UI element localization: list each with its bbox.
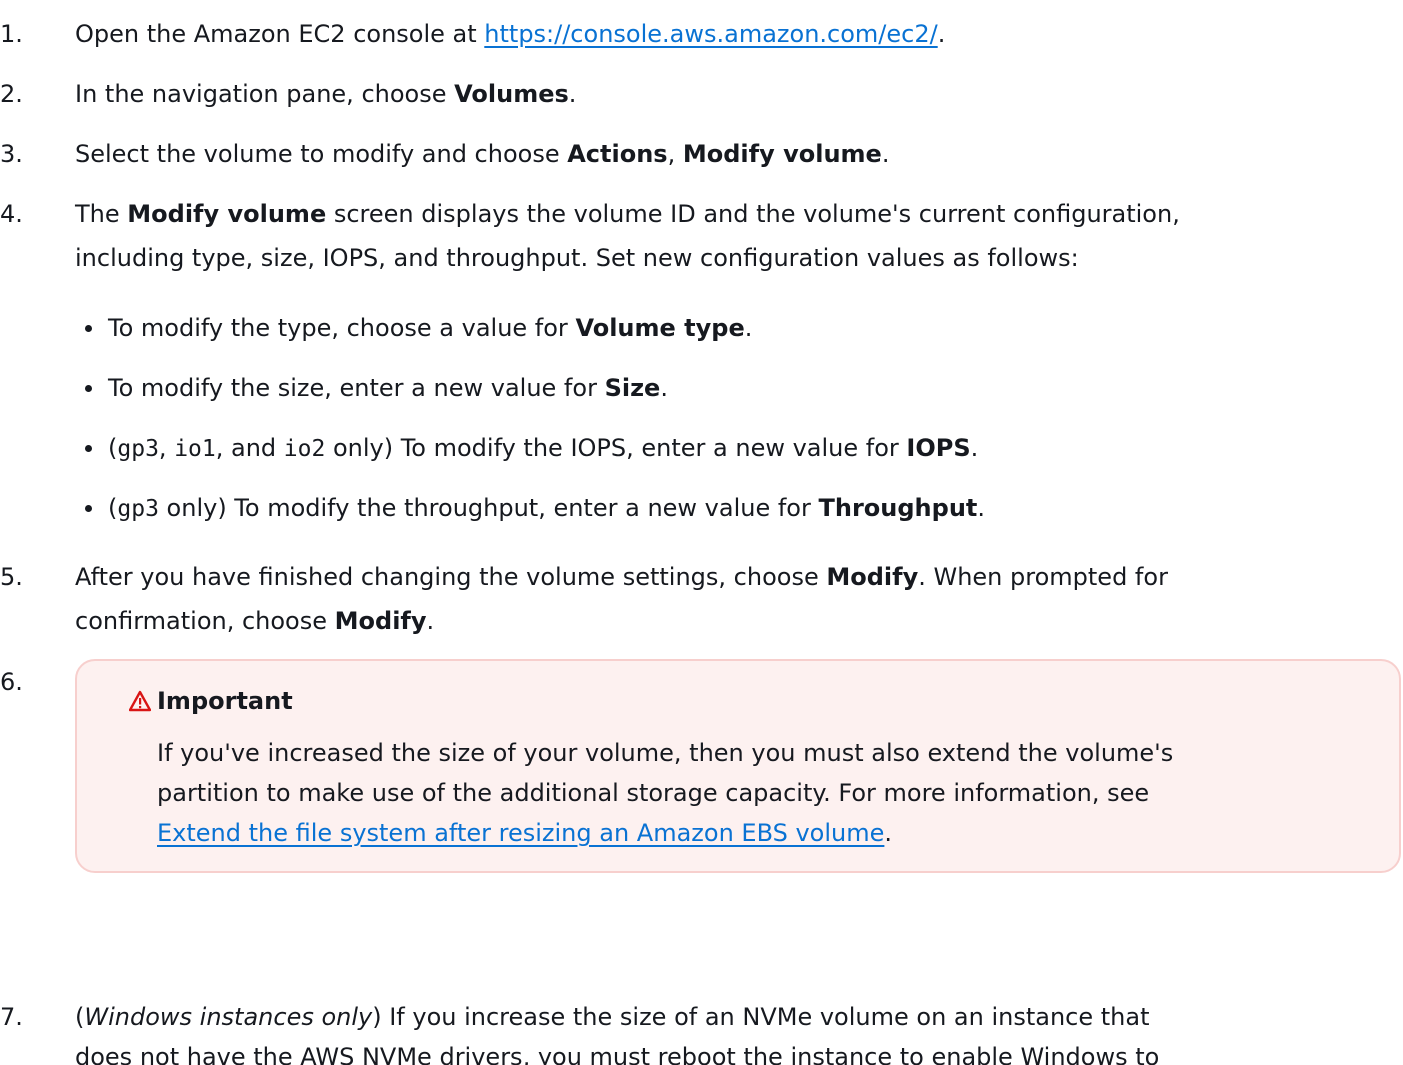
warning-triangle-icon bbox=[129, 690, 151, 712]
step-text: Open the Amazon EC2 console at https://c… bbox=[75, 20, 946, 48]
list-item: (gp3, io1, and io2 only) To modify the I… bbox=[75, 425, 1403, 471]
step-text: The Modify volume screen displays the vo… bbox=[75, 200, 1180, 228]
list-item: To modify the type, choose a value for V… bbox=[75, 305, 1403, 351]
step-number: 2. bbox=[0, 80, 23, 108]
bullet-icon bbox=[85, 505, 92, 512]
bullet-icon bbox=[85, 325, 92, 332]
extend-file-system-link[interactable]: Extend the file system after resizing an… bbox=[157, 819, 884, 847]
important-alert: Important If you've increased the size o… bbox=[75, 659, 1401, 873]
bullet-icon bbox=[85, 445, 92, 452]
step-text: In the navigation pane, choose Volumes. bbox=[75, 80, 577, 108]
alert-header: Important bbox=[129, 681, 293, 721]
step-text: After you have finished changing the vol… bbox=[75, 563, 1168, 591]
step-number: 7. bbox=[0, 1003, 23, 1031]
step-text-line-2: does not have the AWS NVMe drivers, you … bbox=[75, 1043, 1160, 1065]
step-text: Select the volume to modify and choose A… bbox=[75, 140, 890, 168]
list-item: To modify the size, enter a new value fo… bbox=[75, 365, 1403, 411]
step-number: 5. bbox=[0, 563, 23, 591]
config-options-list: To modify the type, choose a value for V… bbox=[75, 305, 1403, 545]
step-number: 6. bbox=[0, 668, 23, 696]
step-text-line-2: including type, size, IOPS, and throughp… bbox=[75, 244, 1079, 272]
alert-title: Important bbox=[157, 687, 293, 715]
alert-body: If you've increased the size of your vol… bbox=[157, 739, 1174, 847]
step-number: 4. bbox=[0, 200, 23, 228]
step-number: 3. bbox=[0, 140, 23, 168]
ec2-console-link[interactable]: https://console.aws.amazon.com/ec2/ bbox=[484, 20, 937, 48]
bullet-icon bbox=[85, 385, 92, 392]
list-item: (gp3 only) To modify the throughput, ent… bbox=[75, 485, 1403, 531]
step-number: 1. bbox=[0, 20, 23, 48]
step-text-line-2: confirmation, choose Modify. bbox=[75, 607, 435, 635]
